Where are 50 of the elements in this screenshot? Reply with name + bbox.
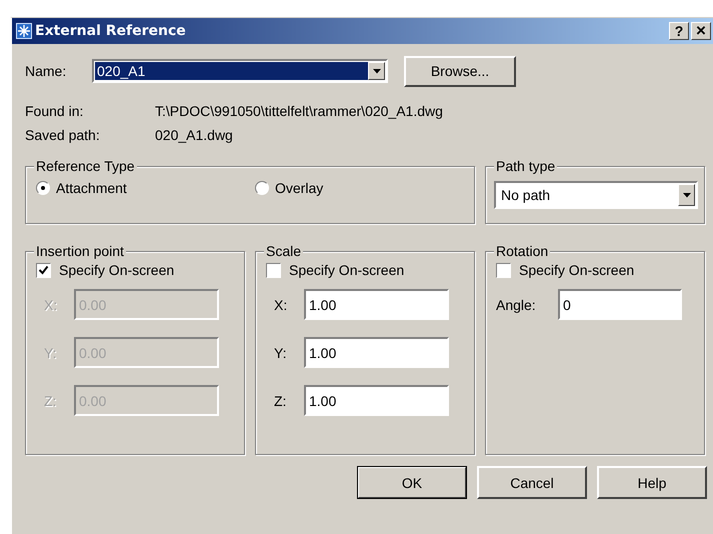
radio-button[interactable]: [255, 181, 269, 195]
info-value: 020_A1.dwg: [155, 127, 234, 143]
dropdown-button[interactable]: [368, 62, 385, 80]
name-label: Name:: [25, 63, 68, 79]
window-title: External Reference: [35, 23, 186, 39]
caret-icon: [372, 68, 380, 74]
field-label: Angle:: [496, 296, 537, 312]
radio-button[interactable]: [36, 181, 50, 195]
input-field[interactable]: 1.00: [304, 289, 449, 320]
group-title: Reference Type: [34, 158, 137, 174]
path-type-dropdown[interactable]: No path: [494, 181, 698, 209]
input-field[interactable]: 0: [558, 289, 682, 320]
caret-icon: [682, 192, 690, 198]
group-title: Insertion point: [34, 243, 126, 259]
input-field[interactable]: 1.00: [304, 385, 449, 416]
radio-option[interactable]: Overlay: [255, 180, 474, 196]
dropdown-button[interactable]: [678, 184, 695, 206]
checkbox[interactable]: [266, 262, 281, 278]
field-label: X:: [273, 296, 288, 312]
input-field[interactable]: 1.00: [304, 337, 449, 368]
group-title: Scale: [264, 243, 304, 259]
close-button[interactable]: ×: [691, 22, 711, 40]
radio-option[interactable]: Attachment: [36, 180, 255, 196]
checkbox-option[interactable]: Specify On-screen: [266, 262, 474, 278]
checkbox-option[interactable]: Specify On-screen: [496, 262, 704, 278]
checkbox-option[interactable]: Specify On-screen: [36, 262, 244, 278]
checkbox-label: Specify On-screen: [289, 262, 404, 278]
browse-button[interactable]: Browse...: [404, 56, 516, 86]
name-dropdown[interactable]: 020_A1: [92, 59, 388, 83]
dropdown-value: No path: [500, 186, 552, 205]
checkbox[interactable]: [36, 262, 51, 278]
group-title: Path type: [494, 158, 558, 174]
info-label: Saved path:: [25, 127, 101, 143]
checkbox[interactable]: [496, 262, 511, 278]
field-label: Z:: [273, 392, 288, 408]
app-icon: [16, 23, 32, 39]
radio-label: Overlay: [275, 180, 324, 196]
checkbox-label: Specify On-screen: [59, 262, 174, 278]
dialog-button[interactable]: Cancel: [477, 466, 587, 499]
info-value: T:\PDOC\991050\tittelfelt\rammer\020_A1.dwg: [155, 103, 444, 119]
checkmark-icon: [38, 264, 49, 276]
checkbox-label: Specify On-screen: [519, 262, 634, 278]
help-button[interactable]: ?: [669, 22, 689, 40]
info-label: Found in:: [25, 103, 84, 119]
radio-label: Attachment: [56, 180, 127, 196]
dialog-button[interactable]: Help: [597, 466, 707, 499]
name-value: 020_A1: [95, 62, 368, 80]
dialog-button[interactable]: OK: [357, 466, 467, 499]
group-title: Rotation: [494, 243, 550, 259]
field-label: Y:: [273, 344, 288, 360]
